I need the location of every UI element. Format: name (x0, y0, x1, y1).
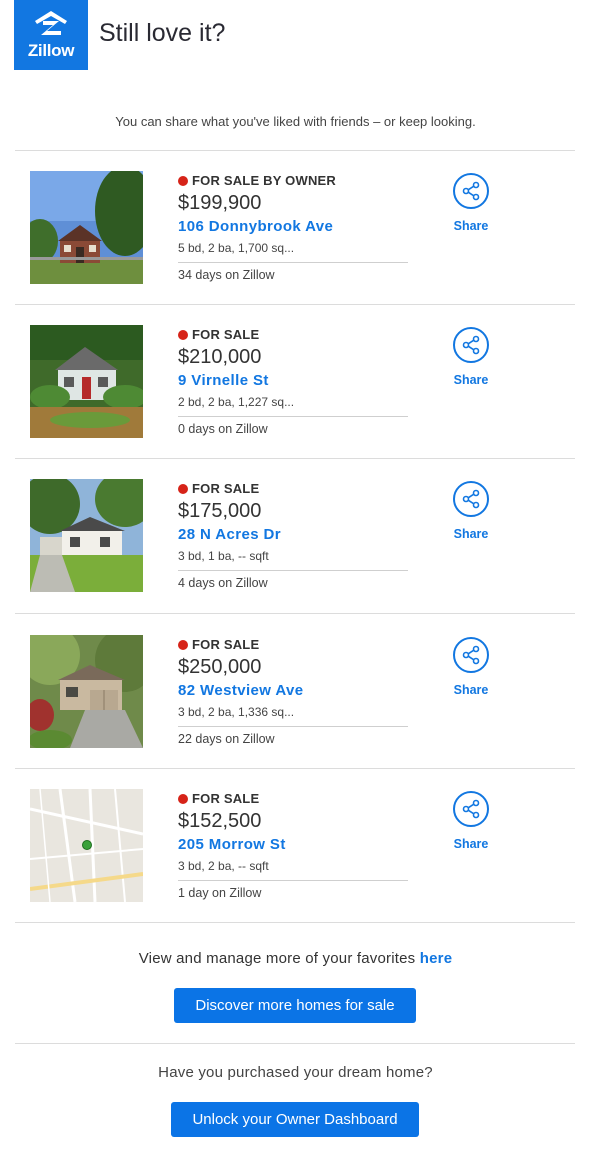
status: FOR SALE (178, 481, 259, 496)
share-icon (453, 481, 489, 517)
status: FOR SALE BY OWNER (178, 173, 336, 188)
status-label: FOR SALE (192, 481, 260, 496)
logo-text: Zillow (27, 41, 75, 60)
home-facts: 5 bd, 2 ba, 1,700 sq... (178, 241, 408, 263)
home-facts: 2 bd, 2 ba, 1,227 sq... (178, 395, 408, 417)
address-link[interactable]: 9 Virnelle St (178, 372, 269, 389)
days-on-zillow: 1 day on Zillow (178, 886, 262, 900)
listing-photo[interactable] (30, 479, 143, 592)
price: $250,000 (178, 656, 262, 678)
status-dot-icon (178, 329, 188, 340)
address-link[interactable]: 28 N Acres Dr (178, 526, 281, 543)
home-facts: 3 bd, 1 ba, -- sqft (178, 549, 408, 571)
price: $152,500 (178, 810, 262, 832)
manage-favorites-text: View and manage more of your favorites h… (0, 950, 591, 967)
share-icon (453, 173, 489, 209)
share-label: Share (453, 219, 489, 233)
status-dot-icon (178, 175, 188, 186)
home-facts: 3 bd, 2 ba, -- sqft (178, 859, 408, 881)
status-dot-icon (178, 483, 188, 494)
status-label: FOR SALE (192, 791, 260, 806)
status-label: FOR SALE (192, 327, 260, 342)
share-button[interactable]: Share (447, 481, 495, 541)
share-button[interactable]: Share (447, 791, 495, 851)
listing-card: FOR SALE $210,000 9 Virnelle St 2 bd, 2 … (15, 305, 575, 459)
listing-photo[interactable] (30, 635, 143, 748)
price: $175,000 (178, 500, 262, 522)
status-label: FOR SALE (192, 637, 260, 652)
listing-card: FOR SALE $175,000 28 N Acres Dr 3 bd, 1 … (15, 459, 575, 613)
address-link[interactable]: 205 Morrow St (178, 836, 286, 853)
share-label: Share (453, 837, 489, 851)
here-link[interactable]: here (420, 950, 453, 967)
days-on-zillow: 4 days on Zillow (178, 576, 268, 590)
owner-dashboard-button[interactable]: Unlock your Owner Dashboard (171, 1102, 419, 1137)
page-title: Still love it? (99, 18, 226, 47)
share-icon (453, 327, 489, 363)
days-on-zillow: 34 days on Zillow (178, 268, 275, 282)
dream-home-text: Have you purchased your dream home? (158, 1064, 433, 1081)
share-button[interactable]: Share (447, 327, 495, 387)
divider (15, 922, 575, 923)
share-button[interactable]: Share (447, 173, 495, 233)
zillow-z-icon (35, 11, 67, 35)
zillow-logo[interactable]: Zillow (14, 0, 88, 70)
days-on-zillow: 0 days on Zillow (178, 422, 268, 436)
header: Zillow Still love it? (14, 0, 225, 70)
share-icon (453, 637, 489, 673)
share-button[interactable]: Share (447, 637, 495, 697)
listing-photo[interactable] (30, 325, 143, 438)
status: FOR SALE (178, 791, 259, 806)
listing-photo-map[interactable] (30, 789, 143, 902)
status-dot-icon (178, 639, 188, 650)
price: $199,900 (178, 192, 262, 214)
subtitle: You can share what you've liked with fri… (115, 114, 476, 129)
price: $210,000 (178, 346, 262, 368)
share-label: Share (453, 527, 489, 541)
divider (15, 613, 575, 614)
share-label: Share (453, 683, 489, 697)
share-label: Share (453, 373, 489, 387)
divider (15, 1043, 575, 1044)
listing-card: FOR SALE $152,500 205 Morrow St 3 bd, 2 … (15, 769, 575, 923)
address-link[interactable]: 82 Westview Ave (178, 682, 304, 699)
status: FOR SALE (178, 637, 259, 652)
share-icon (453, 791, 489, 827)
address-link[interactable]: 106 Donnybrook Ave (178, 218, 333, 235)
status: FOR SALE (178, 327, 259, 342)
status-dot-icon (178, 793, 188, 804)
status-label: FOR SALE BY OWNER (192, 173, 337, 188)
manage-text: View and manage more of your favorites (138, 950, 420, 967)
listing-card: FOR SALE BY OWNER $199,900 106 Donnybroo… (15, 151, 575, 305)
home-facts: 3 bd, 2 ba, 1,336 sq... (178, 705, 408, 727)
discover-homes-button[interactable]: Discover more homes for sale (174, 988, 416, 1023)
listing-card: FOR SALE $250,000 82 Westview Ave 3 bd, … (15, 615, 575, 769)
listing-photo[interactable] (30, 171, 143, 284)
days-on-zillow: 22 days on Zillow (178, 732, 275, 746)
